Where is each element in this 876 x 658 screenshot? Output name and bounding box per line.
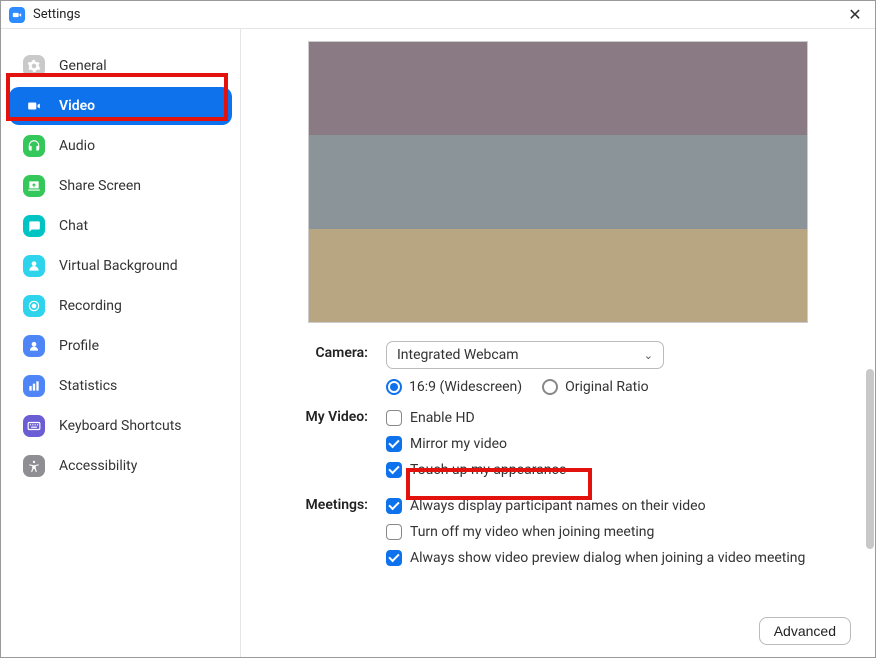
sidebar-item-label: Video (59, 98, 95, 114)
radio-label: 16:9 (Widescreen) (409, 379, 522, 395)
stats-icon (23, 375, 45, 397)
radio-label: Original Ratio (565, 379, 648, 395)
keyboard-icon (23, 415, 45, 437)
sidebar-item-label: Accessibility (59, 458, 137, 474)
checkbox-label: Enable HD (410, 410, 475, 426)
checkbox-label: Always show video preview dialog when jo… (410, 550, 805, 566)
close-icon[interactable]: ✕ (843, 3, 867, 27)
sidebar-item-profile[interactable]: Profile (9, 327, 232, 365)
camera-value: Integrated Webcam (397, 347, 519, 363)
sidebar-item-label: Virtual Background (59, 258, 178, 274)
sidebar-item-accessibility[interactable]: Accessibility (9, 447, 232, 485)
video-icon (23, 95, 45, 117)
touch-up-appearance-checkbox[interactable]: Touch up my appearance (386, 457, 855, 483)
sidebar-item-label: Share Screen (59, 178, 141, 194)
enable-hd-checkbox[interactable]: Enable HD (386, 405, 855, 431)
headphones-icon (23, 135, 45, 157)
checkbox-icon (386, 462, 402, 478)
advanced-button[interactable]: Advanced (759, 617, 851, 645)
sidebar-item-label: Profile (59, 338, 99, 354)
checkbox-label: Mirror my video (410, 436, 507, 452)
checkbox-icon (386, 524, 402, 540)
radio-icon (386, 379, 402, 395)
zoom-app-icon (9, 7, 25, 23)
accessibility-icon (23, 455, 45, 477)
sidebar-item-video[interactable]: Video (9, 87, 232, 125)
share-icon (23, 175, 45, 197)
chevron-down-icon: ⌄ (644, 349, 653, 362)
sidebar-item-recording[interactable]: Recording (9, 287, 232, 325)
sidebar-item-label: Statistics (59, 378, 117, 394)
video-preview (308, 41, 808, 323)
radio-icon (542, 379, 558, 395)
checkbox-icon (386, 410, 402, 426)
sidebar-item-label: Chat (59, 218, 88, 234)
sidebar-item-statistics[interactable]: Statistics (9, 367, 232, 405)
display-names-checkbox[interactable]: Always display participant names on thei… (386, 493, 855, 519)
window-title: Settings (33, 7, 80, 22)
profile-icon (23, 335, 45, 357)
sidebar-item-general[interactable]: General (9, 47, 232, 85)
sidebar-item-label: Audio (59, 138, 95, 154)
checkbox-label: Turn off my video when joining meeting (410, 524, 654, 540)
sidebar-item-share-screen[interactable]: Share Screen (9, 167, 232, 205)
show-preview-checkbox[interactable]: Always show video preview dialog when jo… (386, 545, 855, 571)
sidebar-item-audio[interactable]: Audio (9, 127, 232, 165)
checkbox-label: Touch up my appearance (410, 462, 566, 478)
meetings-label: Meetings: (241, 493, 386, 513)
camera-label: Camera: (241, 341, 386, 361)
sidebar-item-keyboard-shortcuts[interactable]: Keyboard Shortcuts (9, 407, 232, 445)
sidebar-item-chat[interactable]: Chat (9, 207, 232, 245)
record-icon (23, 295, 45, 317)
checkbox-icon (386, 498, 402, 514)
chat-icon (23, 215, 45, 237)
sidebar-item-label: Keyboard Shortcuts (59, 418, 182, 434)
sidebar: General Video Audio Share Screen (1, 29, 241, 657)
turn-off-video-checkbox[interactable]: Turn off my video when joining meeting (386, 519, 855, 545)
aspect-original-radio[interactable]: Original Ratio (542, 379, 648, 395)
my-video-label: My Video: (241, 405, 386, 425)
sidebar-item-label: Recording (59, 298, 122, 314)
sidebar-item-virtual-background[interactable]: Virtual Background (9, 247, 232, 285)
camera-select[interactable]: Integrated Webcam ⌄ (386, 341, 664, 369)
person-icon (23, 255, 45, 277)
checkbox-label: Always display participant names on thei… (410, 498, 706, 514)
checkbox-icon (386, 550, 402, 566)
sidebar-item-label: General (59, 58, 107, 74)
checkbox-icon (386, 436, 402, 452)
gear-icon (23, 55, 45, 77)
aspect-widescreen-radio[interactable]: 16:9 (Widescreen) (386, 379, 522, 395)
scrollbar[interactable] (866, 369, 874, 549)
mirror-video-checkbox[interactable]: Mirror my video (386, 431, 855, 457)
